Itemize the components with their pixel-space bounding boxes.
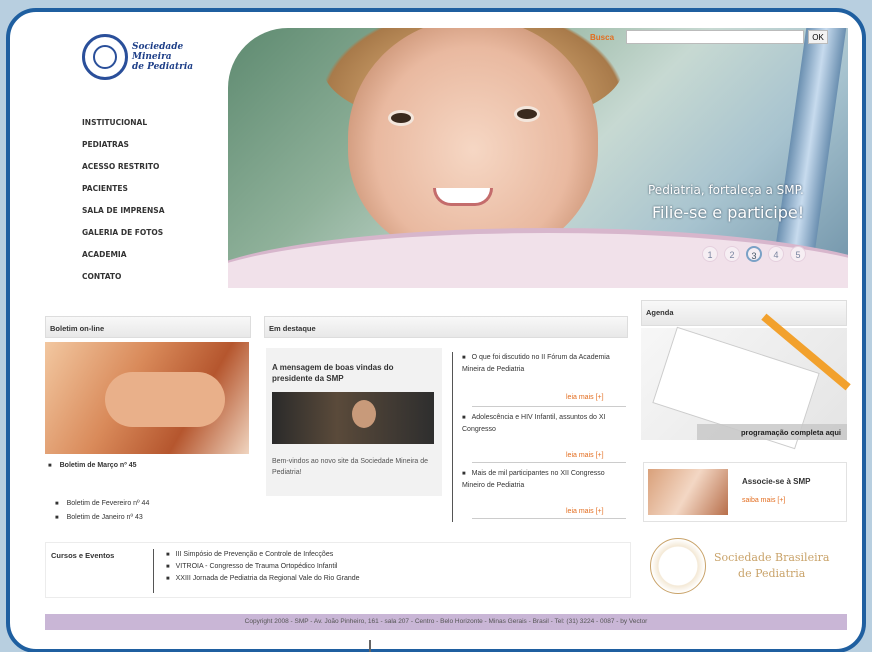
logo-line-2: Mineira <box>132 52 172 62</box>
destaque-rule-2 <box>472 462 626 463</box>
boletim-header: Boletim on-line <box>45 316 251 338</box>
cursos-title: Cursos e Eventos <box>51 551 115 560</box>
hero-slogan-2: Filie-se e participe! <box>652 203 805 222</box>
logo[interactable]: Sociedade Mineira de Pediatria <box>82 34 193 80</box>
search-input[interactable] <box>626 30 804 44</box>
hero-child-face <box>348 28 598 258</box>
sbp-line-2: de Pediatria <box>738 567 806 580</box>
destaque-divider <box>452 352 453 522</box>
associe-title[interactable]: Associe-se à SMP <box>742 477 810 486</box>
boletim-image[interactable] <box>45 342 249 454</box>
hero-page-3[interactable]: 3 <box>746 246 762 262</box>
destaque-card-desc: Bem-vindos ao novo site da Sociedade Min… <box>272 458 429 476</box>
destaque-item-1[interactable]: O que foi discutido no II Fórum da Acade… <box>462 352 622 376</box>
logo-line-3: de Pediatria <box>132 62 194 72</box>
destaque-card-image <box>272 392 434 444</box>
destaque-more-1[interactable]: leia mais [+] <box>566 394 604 401</box>
hero-page-5[interactable]: 5 <box>790 246 806 262</box>
hero-slogan-1: Pediatria, fortaleça a SMP. <box>648 183 804 197</box>
destaque-header: Em destaque <box>264 316 628 338</box>
cursos-eventos-box: Cursos e Eventos III Simpósio de Prevenç… <box>45 542 631 598</box>
cursos-divider <box>153 549 154 593</box>
hero-eye-right <box>514 106 540 122</box>
destaque-item-3[interactable]: Mais de mil participantes no XII Congres… <box>462 468 622 492</box>
hero-page-2[interactable]: 2 <box>724 246 740 262</box>
nav-item-contato[interactable]: CONTATO <box>82 272 165 294</box>
destaque-more-2[interactable]: leia mais [+] <box>566 452 604 459</box>
agenda-header: Agenda <box>641 300 847 326</box>
search-label: Busca <box>590 32 615 42</box>
nav-item-academia[interactable]: ACADEMIA <box>82 250 165 272</box>
sbp-line-1: Sociedade Brasileira <box>714 551 830 564</box>
destaque-rule-1 <box>472 406 626 407</box>
handshake-image <box>648 469 728 515</box>
associe-box[interactable]: Associe-se à SMP saiba mais [+] <box>643 462 847 522</box>
destaque-item-2[interactable]: Adolescência e HIV Infantil, assuntos do… <box>462 412 622 436</box>
agenda-image[interactable]: programação completa aqui <box>641 313 851 450</box>
president-photo <box>352 400 376 428</box>
search-bar: Busca OK <box>590 30 828 44</box>
search-ok-button[interactable]: OK <box>808 30 828 44</box>
boletim-featured-link[interactable]: Boletim de Março nº 45 <box>48 462 137 469</box>
hero-page-4[interactable]: 4 <box>768 246 784 262</box>
hero-page-1[interactable]: 1 <box>702 246 718 262</box>
cursos-item-3[interactable]: XXIII Jornada de Pediatria da Regional V… <box>166 575 360 582</box>
logo-line-1: Sociedade <box>132 42 184 52</box>
hero-mouth <box>433 188 493 206</box>
destaque-card[interactable]: A mensagem de boas vindas do presidente … <box>266 348 442 496</box>
main-nav: INSTITUCIONAL PEDIATRAS ACESSO RESTRITO … <box>82 118 165 294</box>
nav-item-acesso-restrito[interactable]: ACESSO RESTRITO <box>82 162 165 184</box>
hero-pager: 1 2 3 4 5 <box>702 246 806 262</box>
nav-item-institucional[interactable]: INSTITUCIONAL <box>82 118 165 140</box>
sbp-seal-icon <box>650 538 706 594</box>
cursos-item-2[interactable]: VITROIA - Congresso de Trauma Ortopédico… <box>166 563 338 570</box>
nav-item-pediatras[interactable]: PEDIATRAS <box>82 140 165 162</box>
nav-item-pacientes[interactable]: PACIENTES <box>82 184 165 206</box>
logo-mark-icon <box>82 34 128 80</box>
hands-image <box>105 372 225 427</box>
destaque-rule-3 <box>472 518 626 519</box>
footer: Copyright 2008 - SMP - Av. João Pinheiro… <box>45 614 847 630</box>
logo-text: Sociedade Mineira de Pediatria <box>132 42 193 72</box>
sbp-text: Sociedade Brasileira de Pediatria <box>714 550 829 582</box>
cursos-item-1[interactable]: III Simpósio de Prevenção e Controle de … <box>166 551 334 558</box>
destaque-card-title[interactable]: A mensagem de boas vindas do presidente … <box>272 362 432 384</box>
sbp-logo[interactable]: Sociedade Brasileira de Pediatria <box>650 538 829 594</box>
boletim-link-1[interactable]: Boletim de Fevereiro nº 44 <box>55 500 150 507</box>
bottom-marker <box>369 640 371 652</box>
hero-eye-left <box>388 110 414 126</box>
destaque-more-3[interactable]: leia mais [+] <box>566 508 604 515</box>
associe-more-link[interactable]: saiba mais [+] <box>742 497 785 504</box>
boletim-link-2[interactable]: Boletim de Janeiro nº 43 <box>55 514 143 521</box>
nav-item-galeria-de-fotos[interactable]: GALERIA DE FOTOS <box>82 228 165 250</box>
agenda-link[interactable]: programação completa aqui <box>697 424 847 440</box>
nav-item-sala-de-imprensa[interactable]: SALA DE IMPRENSA <box>82 206 165 228</box>
